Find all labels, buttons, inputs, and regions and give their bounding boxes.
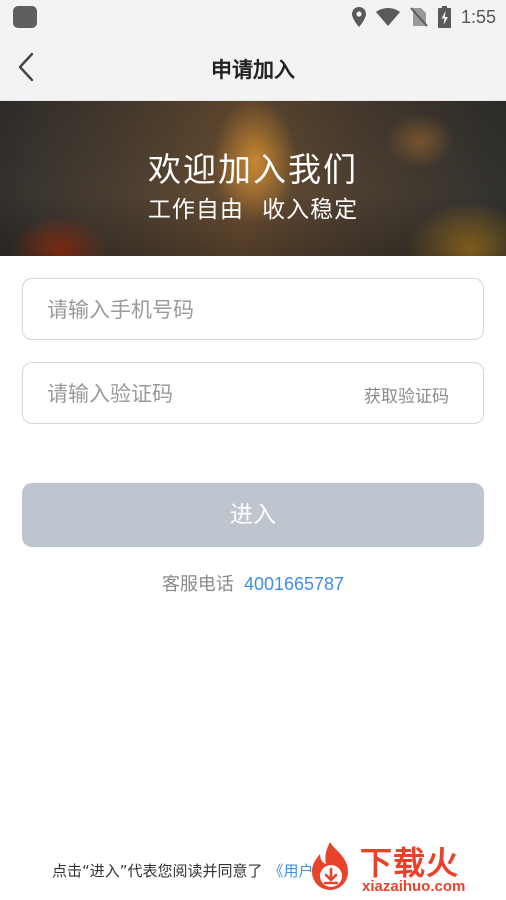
watermark-logo: 下载火 xiazaihuo.com [300,836,506,900]
verification-code-input[interactable] [45,363,349,425]
phone-field[interactable] [22,278,484,341]
wifi-icon [375,8,400,26]
banner-image: 欢迎加入我们 工作自由 收入稳定 [0,101,506,256]
customer-service: 客服电话 4001665787 [0,570,506,596]
watermark-url: xiazaihuo.com [362,878,466,895]
enter-button[interactable]: 进入 [22,483,484,547]
nav-bar: 申请加入 [0,34,506,101]
flame-logo-icon [312,842,348,890]
banner-title: 欢迎加入我们 [148,150,358,189]
phone-input[interactable] [45,279,349,341]
banner-subtitle: 工作自由 收入稳定 [147,197,359,223]
location-icon [351,7,366,27]
status-bar: 1:55 [0,0,506,34]
page-title: 申请加入 [211,58,295,82]
verification-code-field[interactable]: 获取验证码 [22,362,484,425]
agreement-label: 点击“进入”代表您阅读并同意了 [52,862,263,880]
no-sim-icon [410,7,428,27]
app-notification-icon [13,6,37,28]
battery-charging-icon [437,6,451,28]
agreement-text: 点击“进入”代表您阅读并同意了 《用户 [52,860,314,881]
service-label: 客服电话 [161,574,234,595]
service-phone-link[interactable]: 4001665787 [244,574,344,594]
status-icons: 1:55 [351,4,496,30]
status-time: 1:55 [460,6,496,27]
get-code-button[interactable]: 获取验证码 [364,382,449,407]
